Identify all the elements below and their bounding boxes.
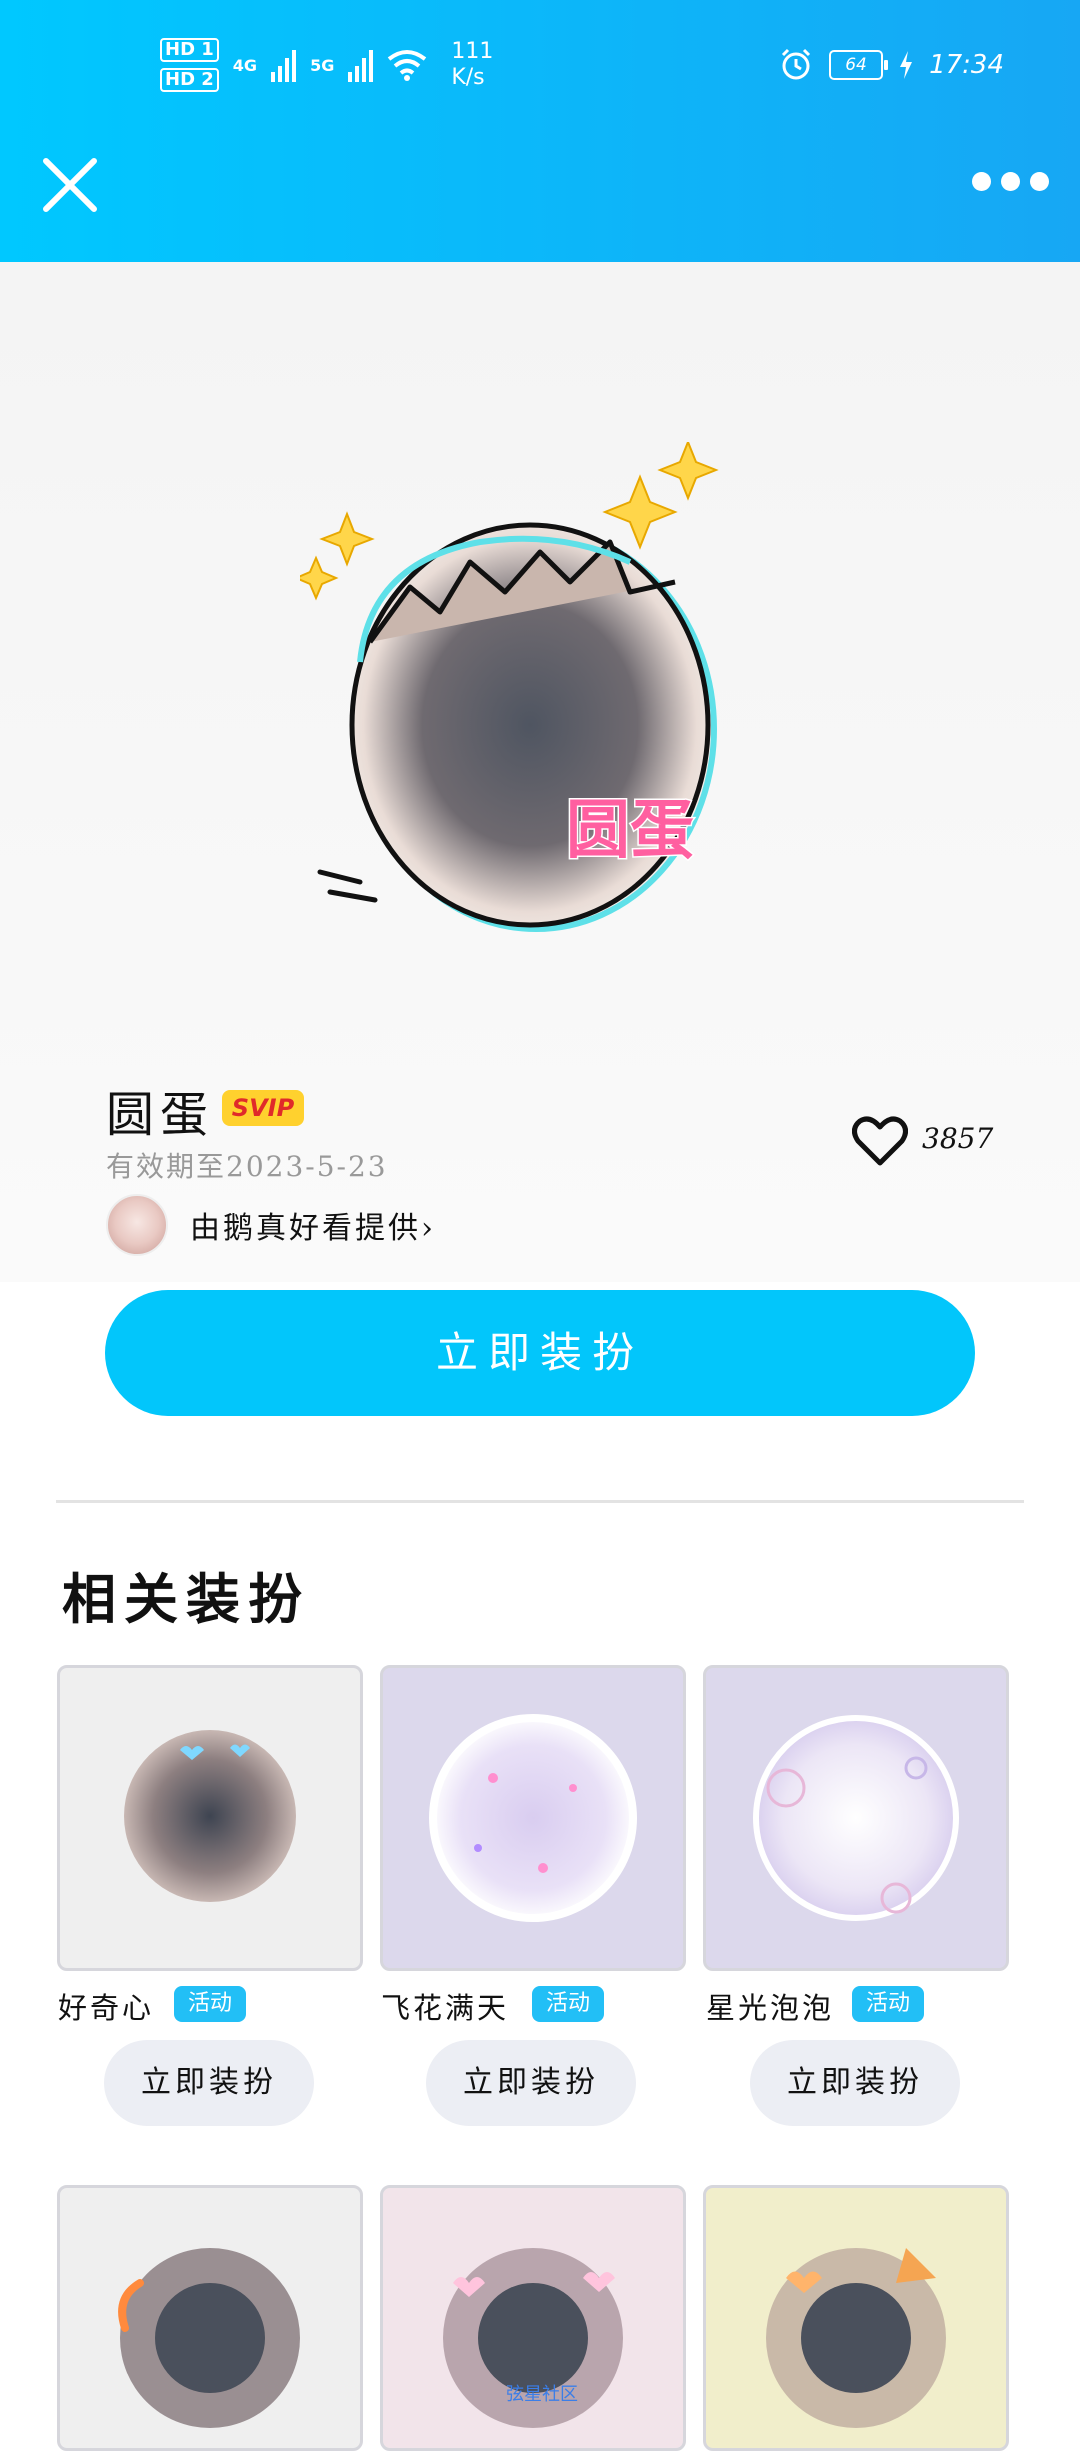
related-card-6[interactable] [703,2185,1009,2451]
related-apply-3[interactable]: 立即装扮 [750,2040,960,2126]
more-icon[interactable] [972,172,1052,191]
expiry-date: 有效期至2023-5-23 [106,1150,388,1183]
status-left: HD 1 HD 2 4G 5G 111 K/s [160,38,493,92]
speed-value: 111 [451,39,494,64]
tag-1: 活动 [174,1986,246,2022]
provider-link[interactable]: 由鹅真好看提供› [106,1194,436,1256]
watermark: 弦星社区 [506,2384,578,2405]
item-title: 圆蛋 [106,1087,215,1143]
related-name-3: 星光泡泡 [706,1991,835,2025]
net1-label: 4G [232,55,258,75]
related-card-3[interactable] [703,1665,1009,1971]
related-card-1[interactable] [57,1665,363,1971]
top-header: HD 1 HD 2 4G 5G 111 K/s 64 17:34 [0,0,1080,262]
signal-icon-2 [348,48,374,82]
hd2-label: HD 2 [160,68,219,92]
wifi-icon [388,50,427,81]
divider [56,1500,1024,1503]
related-card-5[interactable] [380,2185,686,2451]
provider-avatar [106,1194,168,1256]
hd1-label: HD 1 [160,38,219,62]
hd-indicators: HD 1 HD 2 [160,38,219,92]
related-card-4[interactable] [57,2185,363,2451]
speed-unit: K/s [451,65,485,90]
battery-icon: 64 [829,50,889,80]
clock-time: 17:34 [929,50,1004,80]
art-label: 圆蛋 [566,794,694,868]
heart-icon[interactable] [852,1115,908,1167]
status-bar: HD 1 HD 2 4G 5G 111 K/s 64 17:34 [0,0,1080,140]
card-3-preview [753,1715,959,1921]
related-apply-1[interactable]: 立即装扮 [104,2040,314,2126]
related-card-2[interactable] [380,1665,686,1971]
card-1-preview [124,1730,296,1902]
section-title-related: 相关装扮 [62,1567,310,1631]
alarm-icon [782,48,811,80]
status-right: 64 17:34 [779,48,1004,82]
network-speed: 111 K/s [451,39,493,91]
close-icon[interactable] [40,155,100,215]
like-count: 3857 [922,1122,994,1155]
avatar-frame-preview: 圆蛋 [300,442,719,932]
related-name-1: 好奇心 [58,1991,155,2025]
battery-level: 64 [845,55,867,75]
related-apply-2[interactable]: 立即装扮 [426,2040,636,2126]
charging-icon [900,51,913,79]
net2-label: 5G [310,55,335,75]
card-5-preview [443,2248,623,2428]
tag-2: 活动 [532,1986,604,2022]
apply-button[interactable]: 立即装扮 [105,1290,975,1416]
card-6-preview [766,2248,946,2428]
signal-icon [271,48,297,82]
card-4-preview [118,2248,300,2428]
provider-text: 由鹅真好看提供› [190,1211,436,1246]
svip-badge: SVIP [222,1090,304,1126]
card-2-preview [429,1714,637,1922]
tag-3: 活动 [852,1986,924,2022]
related-name-2: 飞花满天 [381,1991,510,2025]
